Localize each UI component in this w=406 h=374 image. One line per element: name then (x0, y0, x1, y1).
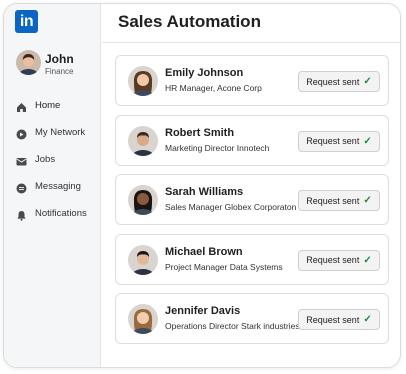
user-subtitle: Finance (45, 67, 74, 76)
sidebar-item-my-network[interactable]: My Network (16, 119, 100, 146)
contact-name[interactable]: Emily Johnson (165, 67, 243, 79)
sidebar-item-messaging[interactable]: Messaging (16, 173, 100, 200)
request-status-label: Request sent (306, 76, 360, 87)
contact-title: Operations Director Stark industries (165, 321, 300, 331)
contact-name[interactable]: Robert Smith (165, 127, 234, 139)
contact-title: HR Manager, Acone Corp (165, 83, 262, 93)
sidebar-item-home[interactable]: Home (16, 92, 100, 119)
sidebar-item-label: Jobs (35, 154, 56, 165)
request-status-label: Request sent (306, 255, 360, 265)
check-icon: ✓ (363, 76, 372, 87)
request-status-label: Request sent (306, 136, 360, 146)
contact-avatar[interactable] (128, 185, 158, 215)
contact-avatar[interactable] (128, 66, 158, 96)
check-icon: ✓ (363, 314, 372, 325)
home-icon (16, 100, 27, 112)
request-sent-button[interactable]: Request sent ✓ (298, 309, 380, 330)
sidebar: in John Finance Home My Network Jobs Mes… (4, 4, 101, 367)
contact-card[interactable]: Michael Brown Project Manager Data Syste… (115, 233, 389, 285)
sidebar-item-jobs[interactable]: Jobs (16, 146, 100, 173)
contact-avatar[interactable] (128, 244, 158, 275)
sidebar-item-label: Notifications (35, 208, 87, 219)
contact-card[interactable]: Jennifer Davis Operations Director Stark… (115, 293, 389, 344)
contact-avatar[interactable] (128, 125, 158, 156)
avatar (16, 50, 41, 75)
message-icon (16, 181, 27, 194)
contact-name[interactable]: Michael Brown (165, 246, 243, 258)
contact-title: Marketing Director Innotech (165, 142, 270, 153)
contact-name[interactable]: Sarah Williams (165, 186, 243, 198)
contact-avatar[interactable] (128, 304, 158, 334)
network-icon (16, 127, 27, 140)
sidebar-item-label: My Network (35, 127, 86, 138)
sidebar-item-label: Messaging (35, 181, 81, 192)
contact-list: Emily Johnson HR Manager, Acone Corp Req… (115, 55, 389, 353)
contact-card[interactable]: Emily Johnson HR Manager, Acone Corp Req… (115, 55, 389, 106)
linkedin-logo[interactable]: in (15, 10, 38, 33)
check-icon: ✓ (363, 195, 372, 206)
contact-title: Project Manager Data Systems (165, 261, 283, 272)
page-title: Sales Automation (118, 12, 261, 31)
briefcase-icon (16, 154, 27, 166)
sidebar-item-label: Home (35, 100, 61, 111)
user-name: John (45, 52, 74, 66)
page-header: Sales Automation (102, 4, 400, 43)
contact-name[interactable]: Jennifer Davis (165, 305, 240, 317)
request-sent-button[interactable]: Request sent ✓ (298, 71, 380, 92)
contact-title: Sales Manager Globex Corporaton (165, 202, 297, 212)
contact-card[interactable]: Robert Smith Marketing Director Innotech… (115, 114, 389, 166)
request-sent-button[interactable]: Request sent ✓ (298, 249, 380, 271)
request-status-label: Request sent (306, 314, 360, 325)
bell-icon (16, 208, 27, 221)
request-sent-button[interactable]: Request sent ✓ (298, 130, 380, 152)
user-profile[interactable]: John Finance (16, 49, 98, 81)
contact-card[interactable]: Sarah Williams Sales Manager Globex Corp… (115, 174, 389, 225)
request-status-label: Request sent (306, 195, 360, 206)
sidebar-item-notifications[interactable]: Notifications (16, 200, 100, 227)
check-icon: ✓ (363, 135, 372, 147)
request-sent-button[interactable]: Request sent ✓ (298, 190, 380, 211)
check-icon: ✓ (363, 254, 372, 266)
sidebar-nav: Home My Network Jobs Messaging Notificat… (16, 92, 100, 227)
